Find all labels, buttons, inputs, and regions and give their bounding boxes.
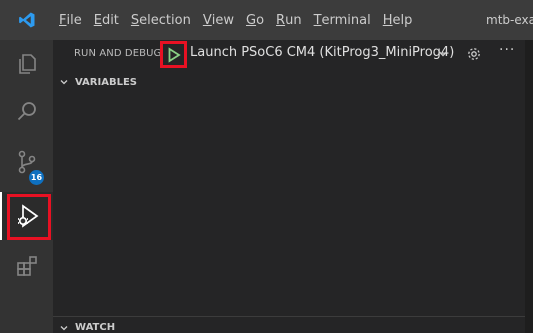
more-actions-icon[interactable]: ··· bbox=[499, 42, 515, 58]
launch-config-select[interactable]: Launch PSoC6 CM4 (KitProg3_MiniProg4) bbox=[190, 45, 454, 60]
run-debug-sidebar: RUN AND DEBUG Launch PSoC6 CM4 (KitProg3… bbox=[53, 40, 525, 333]
menu-run[interactable]: Run bbox=[270, 0, 308, 40]
menu-view[interactable]: View bbox=[197, 0, 240, 40]
extensions-icon bbox=[16, 256, 37, 276]
chevron-down-icon bbox=[60, 80, 68, 85]
start-debugging-button[interactable] bbox=[160, 41, 187, 68]
menu-go[interactable]: Go bbox=[240, 0, 270, 40]
menu-bar: File Edit Selection View Go Run Terminal… bbox=[0, 0, 533, 40]
window-title: mtb-exa bbox=[486, 13, 533, 27]
watch-label: WATCH bbox=[75, 322, 116, 333]
search-icon bbox=[17, 102, 36, 121]
extensions-button[interactable] bbox=[0, 242, 53, 290]
menu-file[interactable]: File bbox=[53, 0, 88, 40]
editor-edge bbox=[525, 40, 533, 333]
source-control-button[interactable] bbox=[0, 138, 53, 186]
sidebar-title: RUN AND DEBUG bbox=[74, 48, 162, 59]
menu-terminal[interactable]: Terminal bbox=[308, 0, 377, 40]
activity-bar: 16 bbox=[0, 40, 53, 333]
vscode-logo-icon bbox=[0, 0, 53, 40]
menu-help[interactable]: Help bbox=[377, 0, 419, 40]
debug-highlight-frame bbox=[7, 194, 51, 240]
gear-icon[interactable] bbox=[466, 46, 482, 62]
chevron-down-icon bbox=[60, 325, 68, 330]
menu-edit[interactable]: Edit bbox=[88, 0, 125, 40]
variables-label: VARIABLES bbox=[75, 76, 137, 88]
play-icon bbox=[168, 46, 181, 63]
search-button[interactable] bbox=[0, 88, 53, 136]
chevron-down-icon[interactable] bbox=[437, 48, 449, 60]
debug-toolbar: RUN AND DEBUG Launch PSoC6 CM4 (KitProg3… bbox=[53, 40, 525, 68]
explorer-button[interactable] bbox=[0, 40, 53, 88]
variables-section-header[interactable]: VARIABLES bbox=[53, 71, 525, 93]
source-control-badge: 16 bbox=[29, 170, 44, 185]
watch-section-header[interactable]: WATCH bbox=[53, 316, 525, 333]
explorer-icon bbox=[18, 54, 36, 74]
menu-selection[interactable]: Selection bbox=[125, 0, 197, 40]
